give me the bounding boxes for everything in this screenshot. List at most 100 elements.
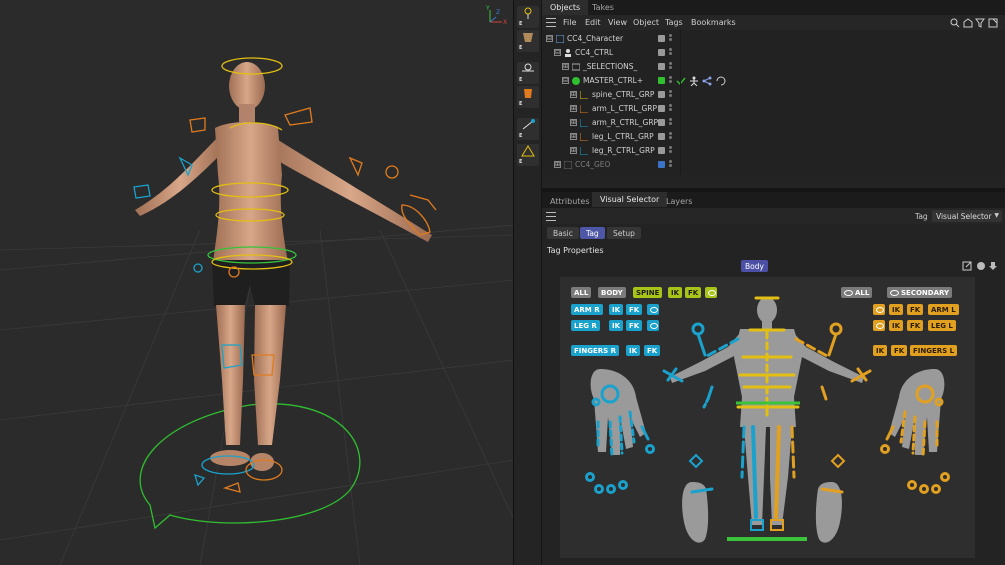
right-panel: Objects Takes File Edit View Object Tags… bbox=[542, 0, 1005, 565]
constraint-tool-button[interactable]: E bbox=[517, 144, 539, 166]
visibility-checkbox[interactable] bbox=[658, 119, 665, 126]
visual-selector-tag-icon[interactable] bbox=[690, 76, 698, 87]
new-window-icon[interactable] bbox=[988, 18, 998, 28]
body-badge[interactable]: Body bbox=[741, 260, 768, 272]
search-icon[interactable] bbox=[950, 18, 960, 28]
visibility-checkbox[interactable] bbox=[658, 147, 665, 154]
joint-tool-button[interactable]: E bbox=[517, 62, 539, 84]
bone-tool-label: E bbox=[519, 21, 523, 27]
render-dots[interactable] bbox=[669, 76, 672, 85]
tree-expander[interactable]: ⊞ bbox=[554, 161, 561, 168]
mode-label: Tag bbox=[915, 212, 928, 221]
tree-item-name: spine_CTRL_GRP bbox=[592, 90, 655, 99]
tree-expander[interactable]: ⊞ bbox=[562, 63, 569, 70]
render-dots[interactable] bbox=[669, 34, 672, 43]
tree-expander[interactable]: ⊞ bbox=[570, 91, 577, 98]
arrow-down-icon[interactable] bbox=[989, 262, 997, 270]
body-picker-diagram[interactable] bbox=[560, 277, 975, 558]
tree-item-name: CC4_Character bbox=[567, 34, 624, 43]
tree-row[interactable]: ⊟ MASTER_CTRL+ bbox=[542, 74, 1005, 88]
tab-takes[interactable]: Takes bbox=[584, 0, 622, 15]
spline-icon bbox=[580, 119, 588, 127]
xpresso-tag-icon[interactable] bbox=[702, 76, 712, 86]
render-dots[interactable] bbox=[669, 146, 672, 155]
visibility-checkbox[interactable] bbox=[658, 63, 665, 70]
visibility-checkbox[interactable] bbox=[658, 161, 665, 168]
tree-row[interactable]: ⊞ _SELECTIONS_ bbox=[542, 60, 1005, 74]
visibility-checkbox[interactable] bbox=[658, 49, 665, 56]
menu-file[interactable]: File bbox=[563, 18, 576, 27]
hamburger-menu-icon[interactable] bbox=[546, 18, 556, 27]
menu-tags[interactable]: Tags bbox=[665, 18, 683, 27]
visibility-checkbox[interactable] bbox=[658, 35, 665, 42]
tree-expander[interactable]: ⊟ bbox=[554, 49, 561, 56]
home-icon[interactable] bbox=[963, 18, 973, 28]
mode-dropdown[interactable]: Visual Selector ▼ bbox=[932, 210, 1002, 222]
tree-row[interactable]: ⊞ arm_R_CTRL_GRP bbox=[542, 116, 1005, 130]
render-dots[interactable] bbox=[669, 104, 672, 113]
face-tool-button[interactable]: E bbox=[517, 86, 539, 108]
menu-object[interactable]: Object bbox=[633, 18, 659, 27]
hand-icon[interactable] bbox=[977, 262, 985, 270]
render-dots[interactable] bbox=[669, 90, 672, 99]
visibility-checkbox[interactable] bbox=[658, 105, 665, 112]
tab-objects[interactable]: Objects bbox=[542, 0, 589, 15]
tree-row[interactable]: ⊞ leg_R_CTRL_GRP bbox=[542, 144, 1005, 158]
subtab-basic[interactable]: Basic bbox=[547, 227, 579, 239]
panel-nav-icons bbox=[962, 261, 997, 271]
tree-item-name: _SELECTIONS_ bbox=[583, 62, 638, 71]
tab-layers[interactable]: Layers bbox=[658, 194, 700, 209]
visibility-checkbox[interactable] bbox=[658, 91, 665, 98]
render-dots[interactable] bbox=[669, 132, 672, 141]
tree-row[interactable]: ⊞ CC4_GEO bbox=[542, 158, 1005, 172]
weight-tool-button[interactable]: E bbox=[517, 30, 539, 52]
menu-edit[interactable]: Edit bbox=[585, 18, 601, 27]
tree-row[interactable]: ⊟ CC4_Character bbox=[542, 32, 1005, 46]
attributes-toolbar: Tag Visual Selector ▼ bbox=[542, 208, 1005, 224]
render-dots[interactable] bbox=[669, 48, 672, 57]
tab-attributes[interactable]: Attributes bbox=[542, 194, 598, 209]
bone-tool-icon bbox=[524, 7, 532, 19]
tree-expander[interactable]: ⊞ bbox=[570, 133, 577, 140]
objects-tabbar: Objects Takes bbox=[542, 0, 1005, 15]
filter-icon[interactable] bbox=[975, 18, 985, 28]
tag-properties-title: Tag Properties bbox=[547, 246, 604, 255]
tree-row[interactable]: ⊞ leg_L_CTRL_GRP bbox=[542, 130, 1005, 144]
ik-tool-icon bbox=[522, 119, 535, 130]
tag-icons bbox=[676, 76, 726, 87]
master-ctrl-circle[interactable] bbox=[139, 403, 361, 530]
face-tool-icon bbox=[524, 89, 532, 98]
render-dots[interactable] bbox=[669, 160, 672, 169]
render-dots[interactable] bbox=[669, 62, 672, 71]
null-object-icon bbox=[564, 161, 572, 169]
bone-tool-button[interactable]: E bbox=[517, 6, 539, 28]
tree-expander[interactable]: ⊟ bbox=[546, 35, 553, 42]
tree-item-name: CC4_CTRL bbox=[575, 48, 614, 57]
tree-row[interactable]: ⊞ spine_CTRL_GRP bbox=[542, 88, 1005, 102]
tree-expander[interactable]: ⊞ bbox=[570, 119, 577, 126]
menu-view[interactable]: View bbox=[608, 18, 627, 27]
svg-text:X: X bbox=[503, 19, 507, 26]
check-tag-icon[interactable] bbox=[676, 77, 686, 86]
tree-expander[interactable]: ⊞ bbox=[570, 105, 577, 112]
pop-out-icon[interactable] bbox=[962, 261, 972, 271]
menu-bookmarks[interactable]: Bookmarks bbox=[691, 18, 736, 27]
visibility-checkbox[interactable] bbox=[658, 133, 665, 140]
visibility-checkbox[interactable] bbox=[658, 77, 665, 84]
tab-visual-selector[interactable]: Visual Selector bbox=[592, 192, 668, 207]
ik-tool-button[interactable]: E bbox=[517, 118, 539, 140]
subtab-tag[interactable]: Tag bbox=[580, 227, 605, 239]
svg-text:Y: Y bbox=[485, 5, 490, 12]
viewport-scene[interactable]: Y X Z bbox=[0, 0, 514, 565]
tree-row[interactable]: ⊞ arm_L_CTRL_GRP bbox=[542, 102, 1005, 116]
tree-expander[interactable]: ⊞ bbox=[570, 147, 577, 154]
tree-row[interactable]: ⊟ CC4_CTRL bbox=[542, 46, 1005, 60]
refresh-tag-icon[interactable] bbox=[716, 76, 726, 86]
mode-dropdown-value: Visual Selector bbox=[936, 212, 992, 221]
subtab-setup[interactable]: Setup bbox=[607, 227, 641, 239]
render-dots[interactable] bbox=[669, 118, 672, 127]
viewport-3d[interactable]: Y X Z bbox=[0, 0, 514, 565]
ik-tool-label: E bbox=[519, 133, 523, 139]
hamburger-menu-icon[interactable] bbox=[546, 212, 556, 221]
tree-expander[interactable]: ⊟ bbox=[562, 77, 569, 84]
